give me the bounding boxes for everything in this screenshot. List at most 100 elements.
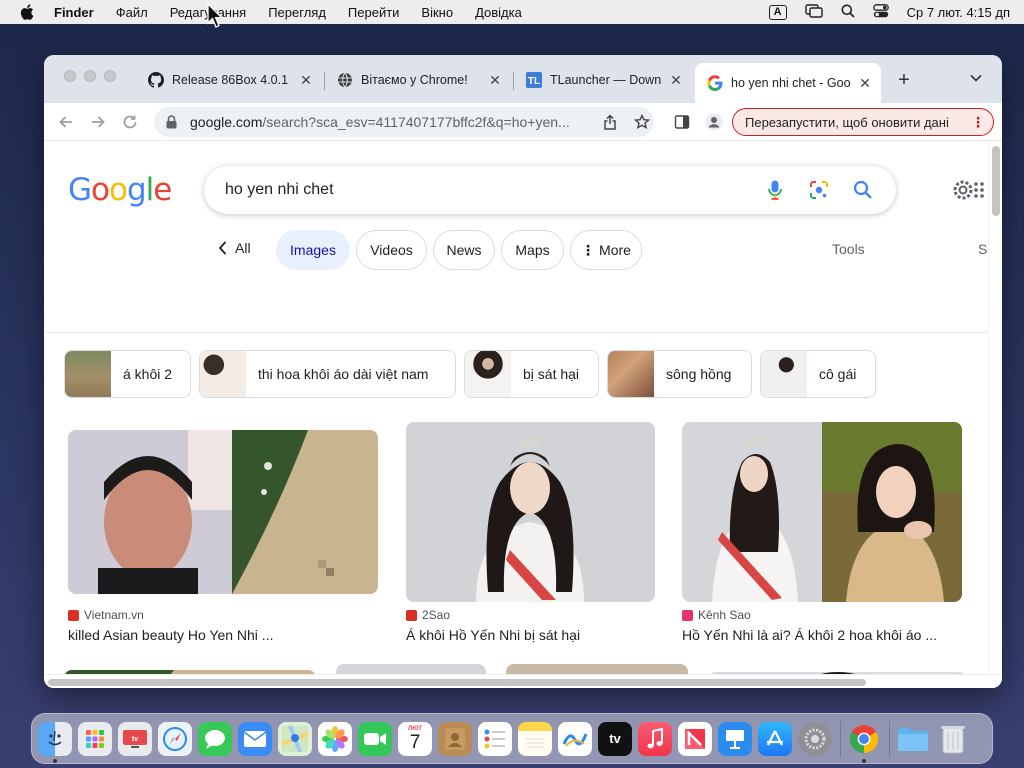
related-chip[interactable]: bị sát hại [464, 350, 599, 398]
vertical-scroll-thumb[interactable] [992, 146, 1000, 216]
finder-icon[interactable] [38, 721, 72, 763]
trash-icon[interactable] [936, 722, 970, 756]
settings-gear-icon[interactable] [952, 179, 988, 206]
back-to-all-link[interactable]: All [218, 240, 251, 256]
appstore-icon[interactable] [758, 721, 792, 756]
search-input[interactable]: ho yen nhi chet [225, 181, 764, 199]
chrome-icon[interactable] [847, 722, 881, 763]
filter-maps[interactable]: Maps [501, 230, 564, 270]
keynote-icon[interactable] [718, 721, 752, 756]
result-source[interactable]: Kênh Sao [682, 608, 751, 622]
related-chip[interactable]: á khôi 2 [64, 350, 191, 398]
reminders-icon[interactable] [478, 721, 512, 756]
freeform-icon[interactable] [558, 721, 592, 756]
google-logo[interactable]: Google [68, 172, 172, 208]
result-image[interactable] [68, 430, 378, 594]
launchpad-icon[interactable] [78, 721, 112, 756]
site-info-icon[interactable] [166, 115, 178, 129]
control-center-icon[interactable] [872, 3, 889, 21]
lens-search-icon[interactable] [808, 179, 830, 201]
close-window-button[interactable] [64, 70, 76, 82]
bookmark-star-icon[interactable] [632, 112, 652, 132]
vertical-scrollbar[interactable] [988, 142, 1002, 688]
image-result[interactable]: Vietnam.vn killed Asian beauty Ho Yen Nh… [68, 430, 378, 650]
minimize-window-button[interactable] [84, 70, 96, 82]
search-box[interactable]: ho yen nhi chet [204, 166, 896, 214]
news-icon[interactable] [678, 721, 712, 756]
result-source[interactable]: 2Sao [406, 608, 450, 622]
filter-news[interactable]: News [433, 230, 495, 270]
tab-close-icon[interactable]: ✕ [298, 72, 314, 89]
tab-tlauncher[interactable]: TL TLauncher — Downlo ✕ [514, 65, 692, 95]
related-label: á khôi 2 [123, 366, 173, 382]
related-chip[interactable]: sông hồng [607, 350, 752, 398]
tab-welcome-chrome[interactable]: Вітаємо у Chrome! ✕ [325, 65, 511, 95]
result-source[interactable]: Vietnam.vn [68, 608, 144, 622]
input-source-badge[interactable]: A [768, 4, 787, 20]
tv-icon[interactable]: tv [118, 721, 152, 756]
tab-search-chevron-icon[interactable] [970, 71, 982, 85]
forward-arrow-icon[interactable] [88, 112, 108, 132]
profile-avatar-icon[interactable] [704, 112, 724, 132]
result-caption[interactable]: Hồ Yến Nhi là ai? Á khôi 2 hoa khôi áo .… [682, 627, 964, 643]
new-tab-button[interactable]: + [892, 69, 916, 92]
calendar-icon[interactable]: ЛЮТ 7 [398, 721, 432, 756]
menu-file[interactable]: Файл [116, 5, 148, 20]
filter-videos[interactable]: Videos [356, 230, 427, 270]
related-thumbnail [65, 351, 111, 397]
filter-images[interactable]: Images [276, 230, 350, 270]
svg-text:tv: tv [132, 736, 138, 743]
tab-google-search[interactable]: ho yen nhi chet - Goo ✕ [695, 63, 881, 103]
more-options-icon[interactable]: ⋮ [971, 114, 985, 131]
address-bar[interactable]: google.com /search?sca_esv=4117407177bff… [154, 107, 654, 137]
safari-icon[interactable] [158, 721, 192, 756]
horizontal-scroll-thumb[interactable] [48, 679, 866, 686]
tools-button[interactable]: Tools [832, 241, 865, 257]
window-controls [64, 70, 116, 82]
spotlight-search-icon[interactable] [841, 4, 855, 21]
image-result[interactable]: Kênh Sao Hồ Yến Nhi là ai? Á khôi 2 hoa … [682, 422, 964, 650]
result-image[interactable] [406, 422, 655, 602]
menu-app-name[interactable]: Finder [54, 5, 94, 20]
maps-icon[interactable] [278, 721, 312, 756]
zoom-window-button[interactable] [104, 70, 116, 82]
horizontal-scrollbar[interactable] [44, 674, 1002, 688]
result-caption[interactable]: Á khôi Hồ Yến Nhi bị sát hại [406, 627, 654, 643]
messages-icon[interactable] [198, 721, 232, 756]
menu-help[interactable]: Довідка [475, 5, 522, 20]
music-icon[interactable] [638, 721, 672, 756]
relaunch-update-button[interactable]: Перезапустити, щоб оновити дані ⋮ [732, 108, 994, 136]
filter-more[interactable]: ⋮ More [570, 230, 642, 270]
menu-view[interactable]: Перегляд [268, 5, 326, 20]
back-all-label: All [235, 240, 251, 256]
tab-close-icon[interactable]: ✕ [668, 72, 684, 89]
result-caption[interactable]: killed Asian beauty Ho Yen Nhi ... [68, 627, 368, 643]
image-result[interactable]: 2Sao Á khôi Hồ Yến Nhi bị sát hại [406, 422, 656, 650]
safesearch-label[interactable]: S [978, 241, 987, 257]
settings-icon[interactable] [798, 721, 832, 756]
apple-icon[interactable] [20, 4, 36, 20]
share-icon[interactable] [600, 112, 620, 132]
related-chip[interactable]: cô gái [760, 350, 876, 398]
related-chip[interactable]: thi hoa khôi áo dài việt nam [199, 350, 456, 398]
result-image[interactable] [682, 422, 962, 602]
menu-clock[interactable]: Ср 7 лют. 4:15 дп [907, 5, 1010, 20]
notes-icon[interactable] [518, 721, 552, 756]
menu-go[interactable]: Перейти [348, 5, 400, 20]
back-arrow-icon[interactable] [56, 112, 76, 132]
mail-icon[interactable] [238, 721, 272, 756]
appletv-icon[interactable]: tv [598, 721, 632, 756]
tab-close-icon[interactable]: ✕ [857, 75, 873, 92]
reload-icon[interactable] [120, 112, 140, 132]
menu-window[interactable]: Вікно [421, 5, 453, 20]
contacts-icon[interactable] [438, 721, 472, 756]
downloads-folder-icon[interactable] [896, 722, 930, 756]
search-icon[interactable] [852, 179, 874, 201]
voice-search-icon[interactable] [764, 179, 786, 201]
tab-close-icon[interactable]: ✕ [487, 72, 503, 89]
facetime-icon[interactable] [358, 721, 392, 756]
tab-release-86box[interactable]: Release 86Box 4.0.1 ✕ [136, 65, 322, 95]
photos-icon[interactable] [318, 721, 352, 756]
screen-mirroring-icon[interactable] [804, 3, 823, 21]
side-panel-icon[interactable] [672, 112, 692, 132]
